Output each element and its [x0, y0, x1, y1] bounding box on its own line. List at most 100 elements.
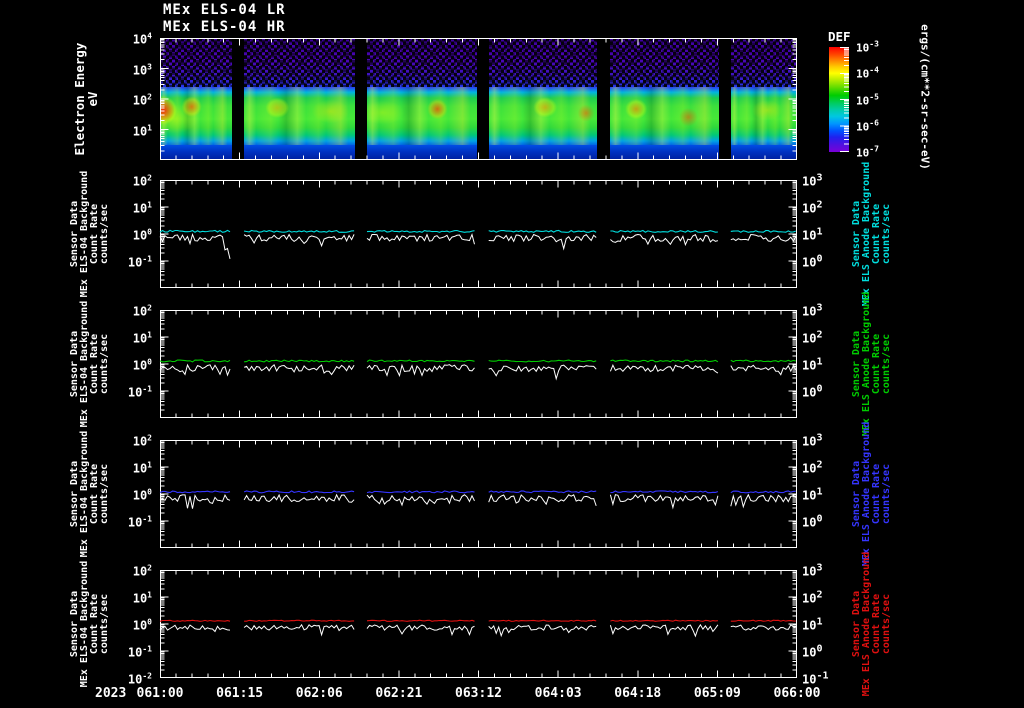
x-axis-time-label: 063:12 [455, 686, 502, 701]
trace-white [609, 363, 719, 374]
colorbar-tick-label: 10-5 [856, 92, 879, 107]
trace-colored-green [610, 359, 719, 363]
trace-white [488, 624, 597, 638]
line-panel-green [159, 310, 797, 418]
panel-ytick-left: 101 [132, 460, 152, 476]
trace-colored-cyan [366, 229, 475, 233]
trace-colored-red [610, 619, 718, 622]
panel-left-axis-label: Sensor Data MEx ELS-04 Background Count … [69, 430, 110, 558]
trace-colored-cyan [488, 229, 597, 233]
panel-left-axis-label: Sensor Data MEx ELS-04 Background Count … [69, 170, 110, 298]
panel-ytick-left: 102 [132, 433, 152, 449]
panel-ytick-right: 101 [802, 616, 823, 633]
colorbar-tick-label: 10-6 [856, 118, 879, 134]
panel-ytick-left: 102 [132, 173, 152, 189]
trace-white [730, 364, 797, 376]
spectrogram-axes [160, 38, 797, 160]
line-panel-svg [159, 570, 797, 678]
panel-ytick-left: 102 [132, 563, 152, 579]
panel-right-axis-label: Sensor Data MEx ELS Anode Background Cou… [851, 161, 892, 307]
trace-white [366, 363, 475, 378]
trace-white [488, 233, 597, 251]
trace-white [243, 363, 355, 376]
panel-ytick-right: 103 [802, 302, 823, 319]
x-axis-time-label: 062:21 [375, 686, 423, 701]
trace-colored-red [159, 619, 231, 622]
trace-white [159, 232, 231, 260]
panel-ytick-left: 10-1 [127, 254, 152, 270]
panel-ytick-right: 101 [802, 226, 823, 243]
trace-white [159, 363, 231, 377]
panel-ytick-left: 101 [132, 330, 152, 346]
colorbar-tick-label: 10-3 [856, 39, 879, 55]
trace-white [159, 493, 231, 509]
trace-colored-blue [610, 490, 719, 494]
colorbar-tick-label: 10-7 [856, 144, 879, 160]
panel-ytick-right: 102 [802, 589, 823, 606]
line-panel-cyan [159, 180, 797, 288]
panel-ytick-right: 100 [802, 383, 823, 400]
trace-colored-cyan [610, 229, 718, 233]
panel-ytick-left: 100 [132, 487, 152, 503]
trace-white [610, 233, 719, 247]
trace-white [730, 493, 797, 509]
panel-ytick-right: 100 [802, 253, 823, 270]
trace-colored-cyan [730, 230, 796, 233]
trace-colored-blue [159, 490, 231, 494]
spectrogram-ytick-label: 102 [132, 92, 152, 108]
panel-ytick-right: 103 [802, 172, 823, 189]
panel-left-axis-label: Sensor Data MEx ELS-04 Background Count … [69, 300, 110, 428]
trace-colored-blue [366, 490, 475, 494]
panel-ytick-left: 101 [132, 590, 152, 606]
panel-right-axis-label: Sensor Data MEx ELS Anode Background Cou… [851, 551, 892, 697]
colorbar-tick-label: 10-4 [856, 65, 879, 81]
trace-colored-green [366, 359, 475, 363]
panel-ytick-right: 103 [802, 562, 823, 579]
line-panel-blue [159, 440, 797, 548]
x-axis-time-label: 062:06 [295, 686, 343, 701]
trace-white [243, 623, 355, 637]
trace-colored-red [488, 619, 597, 622]
panel-ytick-right: 103 [802, 432, 823, 449]
line-panel-svg [159, 180, 797, 288]
trace-colored-green [244, 359, 355, 363]
panel-ytick-left: 100 [132, 617, 152, 633]
panel-ytick-right: 102 [802, 329, 823, 346]
trace-colored-red [730, 619, 796, 622]
colorbar-unit-label: ergs/(cm**2-sr-sec-eV) [918, 24, 932, 170]
line-panel-red [159, 570, 797, 678]
plot-title-line2: MEx ELS-04 HR [163, 19, 286, 35]
spectrogram-ticks-svg [160, 38, 797, 160]
panel-ytick-right: 102 [802, 199, 823, 216]
trace-white [488, 494, 597, 506]
spectrogram-ytick-label: 101 [132, 123, 152, 138]
trace-white [366, 494, 475, 507]
x-axis-time-label: 064:18 [614, 686, 662, 701]
colorbar-title: DEF [828, 29, 851, 44]
panel-ytick-right: 100 [802, 513, 823, 530]
bottom-left-end-label: 10-2 [127, 671, 152, 687]
trace-white [243, 493, 355, 503]
trace-white [609, 623, 719, 638]
panel-ytick-left: 101 [132, 200, 152, 216]
line-panel-svg [159, 440, 797, 548]
trace-colored-green [488, 359, 597, 363]
panel-ytick-left: 100 [132, 357, 152, 373]
trace-colored-cyan [159, 229, 231, 233]
panel-ytick-right: 101 [802, 356, 823, 373]
panel-left-axis-label: Sensor Data MEx ELS-04 Background Count … [69, 560, 110, 688]
trace-white [609, 494, 719, 510]
colorbar [829, 47, 849, 152]
trace-colored-blue [488, 490, 597, 494]
panel-right-axis-label: Sensor Data MEx ELS Anode Background Cou… [851, 421, 892, 567]
x-axis-time-label: 061:00 [136, 686, 184, 701]
spectrogram-ytick-label: 104 [132, 31, 152, 47]
panel-ytick-right: 102 [802, 459, 823, 476]
trace-colored-green [159, 359, 231, 363]
trace-white [366, 624, 475, 637]
panel-ytick-left: 100 [132, 227, 152, 243]
panel-ytick-left: 10-1 [127, 384, 152, 400]
trace-colored-blue [730, 490, 796, 494]
trace-colored-cyan [244, 229, 355, 233]
x-axis-time-label: 064:03 [534, 686, 582, 701]
